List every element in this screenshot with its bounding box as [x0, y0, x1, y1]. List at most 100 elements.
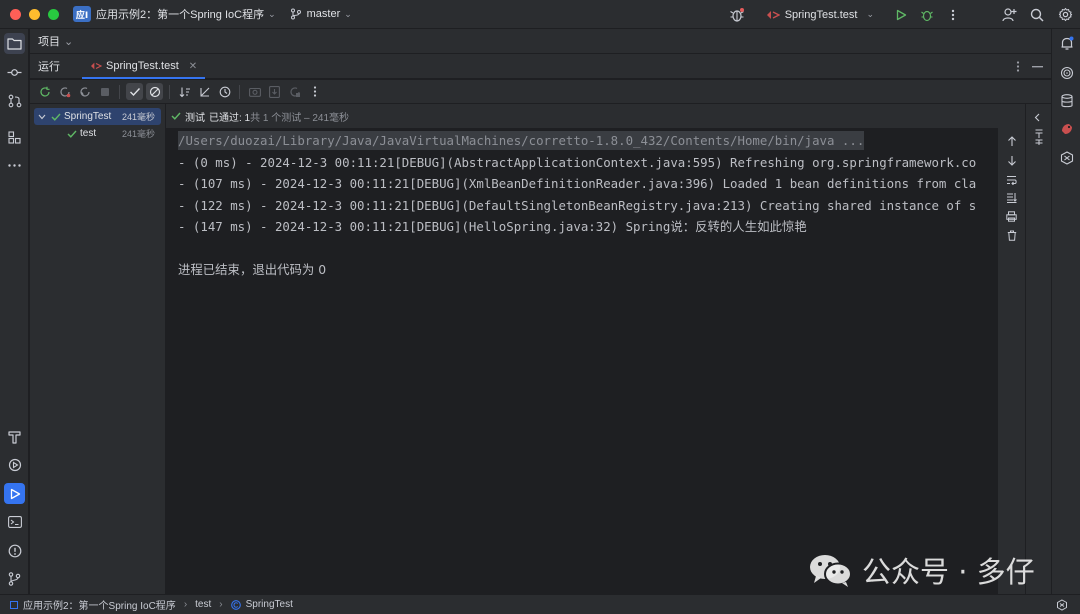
print-icon[interactable] — [1004, 209, 1019, 224]
more-tools-icon[interactable] — [4, 155, 25, 176]
tree-row[interactable]: test 241毫秒 — [30, 125, 165, 142]
more-actions-icon[interactable] — [940, 0, 966, 29]
status-bar: 应用示例2：第一个Spring IoC程序 › test › SpringTes… — [0, 594, 1080, 614]
project-name[interactable]: 应用示例2：第一个Spring IoC程序 — [96, 6, 264, 22]
console-line: - (0 ms) - 2024-12-3 00:11:21[DEBUG](Abs… — [178, 154, 977, 170]
plugin-logo-icon[interactable] — [1056, 147, 1077, 168]
problems-icon[interactable] — [4, 540, 25, 561]
structure-icon[interactable] — [4, 127, 25, 148]
plugin-status-icon[interactable] — [1056, 599, 1068, 611]
sort-duration-icon[interactable] — [196, 83, 213, 100]
title-bar: 应I 应用示例2：第一个Spring IoC程序 ⌄ master ⌄ Spri… — [0, 0, 1080, 29]
wechat-logo-icon — [808, 552, 854, 588]
console-line: - (107 ms) - 2024-12-3 00:11:21[DEBUG](X… — [178, 176, 977, 191]
git-branch-icon[interactable] — [290, 8, 302, 20]
console-line: - (122 ms) - 2024-12-3 00:11:21[DEBUG](D… — [178, 197, 977, 213]
settings-gear-icon[interactable] — [1052, 0, 1078, 29]
notifications-bell-icon[interactable] — [1056, 33, 1077, 54]
watermark-text: 公众号 · 多仔 — [862, 555, 1035, 589]
console-output[interactable]: /Users/duozai/Library/Java/JavaVirtualMa… — [166, 128, 998, 594]
run-icon[interactable] — [888, 0, 914, 29]
trash-icon[interactable] — [1004, 228, 1019, 243]
pass-check-icon — [171, 112, 181, 120]
chevron-down-icon[interactable]: ⌄ — [268, 9, 276, 20]
plugin-red-icon[interactable] — [1056, 118, 1077, 139]
tab-springtest-test[interactable]: SpringTest.test ✕ — [82, 54, 206, 79]
pull-requests-icon[interactable] — [4, 90, 25, 111]
test-duration: 241毫秒 — [121, 129, 155, 139]
show-ignored-icon[interactable] — [146, 83, 163, 100]
project-badge[interactable]: 应I — [73, 6, 91, 22]
build-hammer-icon[interactable] — [4, 426, 25, 447]
chevron-down-icon[interactable]: ⌄ — [64, 35, 73, 48]
tab-label: SpringTest.test — [106, 60, 179, 72]
collapsed-side-panel[interactable] — [1025, 104, 1051, 594]
test-history-icon[interactable] — [216, 83, 233, 100]
breadcrumb-project[interactable]: 应用示例2：第一个Spring IoC程序 — [23, 597, 176, 612]
toggle-auto-test-icon[interactable] — [76, 83, 93, 100]
minimize-window-button[interactable] — [29, 8, 40, 20]
minimize-panel-icon[interactable] — [1032, 65, 1043, 68]
zoom-window-button[interactable] — [48, 8, 59, 20]
close-window-button[interactable] — [10, 8, 21, 20]
breadcrumb-class[interactable]: SpringTest — [246, 599, 293, 610]
soft-wrap-icon[interactable] — [1004, 172, 1019, 187]
run-config-selector[interactable]: SpringTest.test ⌄ — [766, 9, 874, 21]
panel-options-icon[interactable] — [1016, 61, 1020, 72]
terminal-icon[interactable] — [4, 511, 25, 532]
rerun-icon[interactable] — [36, 83, 53, 100]
console-line: /Users/duozai/Library/Java/JavaVirtualMa… — [166, 130, 998, 152]
test-results-tree: SpringTest 241毫秒 test 241毫秒 — [30, 104, 166, 594]
sort-alpha-icon[interactable] — [176, 83, 193, 100]
toolbar-divider — [119, 84, 120, 99]
debug-icon[interactable] — [914, 0, 940, 29]
run-panel-title: 运行 — [38, 61, 60, 73]
ai-assistant-icon[interactable] — [1056, 62, 1077, 83]
test-config-icon — [91, 62, 102, 70]
chevron-left-icon[interactable] — [1034, 113, 1040, 122]
export-icon[interactable] — [266, 83, 283, 100]
test-config-icon — [766, 10, 780, 19]
breadcrumb-package[interactable]: test — [195, 599, 211, 610]
breadcrumb-separator: › — [183, 599, 188, 610]
details-panel-icon[interactable] — [1034, 128, 1044, 146]
tree-row[interactable]: SpringTest 241毫秒 — [34, 108, 161, 125]
git-icon[interactable] — [4, 568, 25, 589]
toolbar-divider — [169, 84, 170, 99]
arrow-up-icon[interactable] — [1004, 134, 1019, 149]
status-prefix: 测试 — [185, 112, 205, 124]
console-side-toolbar — [998, 128, 1025, 594]
rerun-failed-icon[interactable] — [56, 83, 73, 100]
add-user-icon[interactable] — [996, 0, 1022, 29]
run-tool-window-icon[interactable] — [4, 483, 25, 504]
stop-icon[interactable] — [96, 83, 113, 100]
run-toolbar — [30, 80, 1051, 104]
toolbar-more-icon[interactable] — [306, 83, 323, 100]
test-duration: 241毫秒 — [121, 112, 155, 122]
chevron-down-icon[interactable] — [38, 114, 46, 120]
project-tool-header[interactable]: 项目 ⌄ — [30, 29, 1051, 54]
arrow-down-icon[interactable] — [1004, 153, 1019, 168]
project-label: 项目 — [38, 36, 60, 48]
exit-code-line: 进程已结束，退出代码为 0 — [178, 262, 327, 277]
scroll-to-end-icon[interactable] — [1004, 190, 1019, 205]
pass-check-icon — [67, 130, 77, 138]
branch-name[interactable]: master — [307, 8, 341, 20]
java-command[interactable]: /Users/duozai/Library/Java/JavaVirtualMa… — [178, 131, 865, 150]
project-folder-icon[interactable] — [4, 33, 25, 54]
close-tab-icon[interactable]: ✕ — [189, 61, 197, 72]
search-icon[interactable] — [1024, 0, 1050, 29]
chevron-down-icon[interactable]: ⌄ — [344, 9, 352, 20]
test-suite-name: SpringTest — [64, 111, 112, 122]
run-config-label: SpringTest.test — [784, 8, 858, 21]
commit-icon[interactable] — [4, 62, 25, 83]
left-tool-strip — [0, 29, 29, 594]
services-icon[interactable] — [4, 454, 25, 475]
import-results-icon[interactable] — [286, 83, 303, 100]
database-icon[interactable] — [1056, 90, 1077, 111]
show-passed-icon[interactable] — [126, 83, 143, 100]
breadcrumb-separator: › — [219, 599, 223, 610]
screenshot-icon[interactable] — [246, 83, 263, 100]
debug-bug-icon[interactable] — [724, 0, 750, 29]
run-tool-header: 运行 SpringTest.test ✕ — [30, 54, 1051, 79]
